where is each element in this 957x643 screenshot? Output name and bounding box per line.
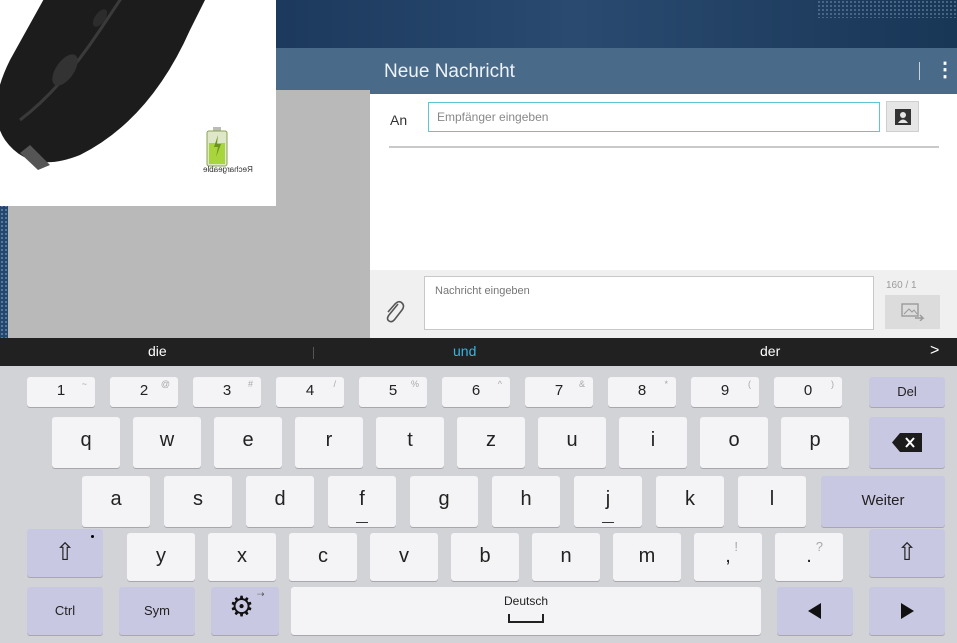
key-1[interactable]: 1 ~ [27, 377, 95, 407]
battery-icon [206, 127, 228, 167]
key-l[interactable]: l [738, 476, 806, 527]
key-h[interactable]: h [492, 476, 560, 527]
sym-key[interactable]: Sym [119, 587, 195, 635]
space-bar-icon [508, 614, 544, 623]
right-arrow-key[interactable] [869, 587, 945, 635]
overflow-menu-icon[interactable]: ⋮ [935, 60, 955, 82]
key-u[interactable]: u [538, 417, 606, 468]
key-c[interactable]: c [289, 533, 357, 581]
key-z[interactable]: z [457, 417, 525, 468]
key-7[interactable]: 7 & [525, 377, 593, 407]
recipient-divider [389, 146, 939, 148]
key-o[interactable]: o [700, 417, 768, 468]
key-i[interactable]: i [619, 417, 687, 468]
key-j[interactable]: j [574, 476, 642, 527]
keyboard: 1 ~ 2 @ 3 # 4/ 5% 6 ^ 7 & 8 * 9( 0) Del q w e … [0, 366, 957, 643]
contact-icon [894, 108, 911, 125]
space-key[interactable]: Deutsch [291, 587, 761, 635]
key-5[interactable]: 5% [359, 377, 427, 407]
settings-key[interactable]: ⚙ ⇢ [211, 587, 279, 635]
product-caption: Rechargeable [203, 165, 253, 174]
key-y[interactable]: y [127, 533, 195, 581]
key-8[interactable]: 8 * [608, 377, 676, 407]
left-arrow-key[interactable] [777, 587, 853, 635]
key-f[interactable]: f [328, 476, 396, 527]
key-b[interactable]: b [451, 533, 519, 581]
more-arrow-icon: ⇢ [257, 589, 265, 599]
key-comma[interactable]: ,! [694, 533, 762, 581]
suggestion-2[interactable]: und [453, 343, 476, 359]
key-3[interactable]: 3 # [193, 377, 261, 407]
shift-key-left[interactable]: ⇧ [27, 529, 103, 577]
paperclip-icon [386, 300, 405, 323]
ctrl-key[interactable]: Ctrl [27, 587, 103, 635]
key-4[interactable]: 4/ [276, 377, 344, 407]
shift-key-right[interactable]: ⇧ [869, 529, 945, 577]
key-2[interactable]: 2 @ [110, 377, 178, 407]
backspace-key[interactable] [869, 417, 945, 468]
key-p[interactable]: p [781, 417, 849, 468]
contact-picker-button[interactable] [886, 101, 919, 132]
suggestion-separator [313, 347, 314, 359]
key-v[interactable]: v [370, 533, 438, 581]
send-button[interactable] [885, 295, 940, 329]
key-d[interactable]: d [246, 476, 314, 527]
suggestion-3[interactable]: der [760, 343, 780, 359]
key-9[interactable]: 9( [691, 377, 759, 407]
suggestion-expand-icon[interactable]: > [930, 342, 939, 360]
del-key[interactable]: Del [869, 377, 945, 407]
suggestion-bar: die und der > [0, 338, 957, 366]
key-r[interactable]: r [295, 417, 363, 468]
page-title: Neue Nachricht [384, 61, 515, 82]
key-t[interactable]: t [376, 417, 444, 468]
key-6[interactable]: 6 ^ [442, 377, 510, 407]
key-0[interactable]: 0) [774, 377, 842, 407]
key-k[interactable]: k [656, 476, 724, 527]
key-period[interactable]: .? [775, 533, 843, 581]
enter-key[interactable]: Weiter [821, 476, 945, 527]
backspace-icon [892, 433, 922, 452]
suggestion-1[interactable]: die [148, 343, 167, 359]
attach-button[interactable] [374, 292, 414, 330]
arrow-right-icon [901, 603, 914, 619]
arrow-left-icon [808, 603, 821, 619]
product-image: Rechargeable [0, 0, 276, 206]
key-g[interactable]: g [410, 476, 478, 527]
send-mms-icon [900, 303, 925, 321]
to-label: An [390, 112, 408, 128]
gear-icon: ⚙ [229, 591, 255, 622]
home-row-marker [356, 522, 368, 523]
recipient-input[interactable]: Empfänger eingeben [428, 102, 880, 132]
home-row-marker [602, 522, 614, 523]
key-e[interactable]: e [214, 417, 282, 468]
key-a[interactable]: a [82, 476, 150, 527]
top-pattern [817, 0, 957, 18]
header-divider [919, 62, 920, 80]
message-input[interactable]: Nachricht eingeben [424, 276, 874, 330]
mouse-image [0, 0, 205, 170]
key-w[interactable]: w [133, 417, 201, 468]
compose-header: Neue Nachricht ⋮ [370, 48, 957, 94]
key-m[interactable]: m [613, 533, 681, 581]
key-x[interactable]: x [208, 533, 276, 581]
key-n[interactable]: n [532, 533, 600, 581]
caps-indicator [91, 535, 94, 538]
char-counter: 160 / 1 [886, 280, 917, 291]
key-s[interactable]: s [164, 476, 232, 527]
key-q[interactable]: q [52, 417, 120, 468]
